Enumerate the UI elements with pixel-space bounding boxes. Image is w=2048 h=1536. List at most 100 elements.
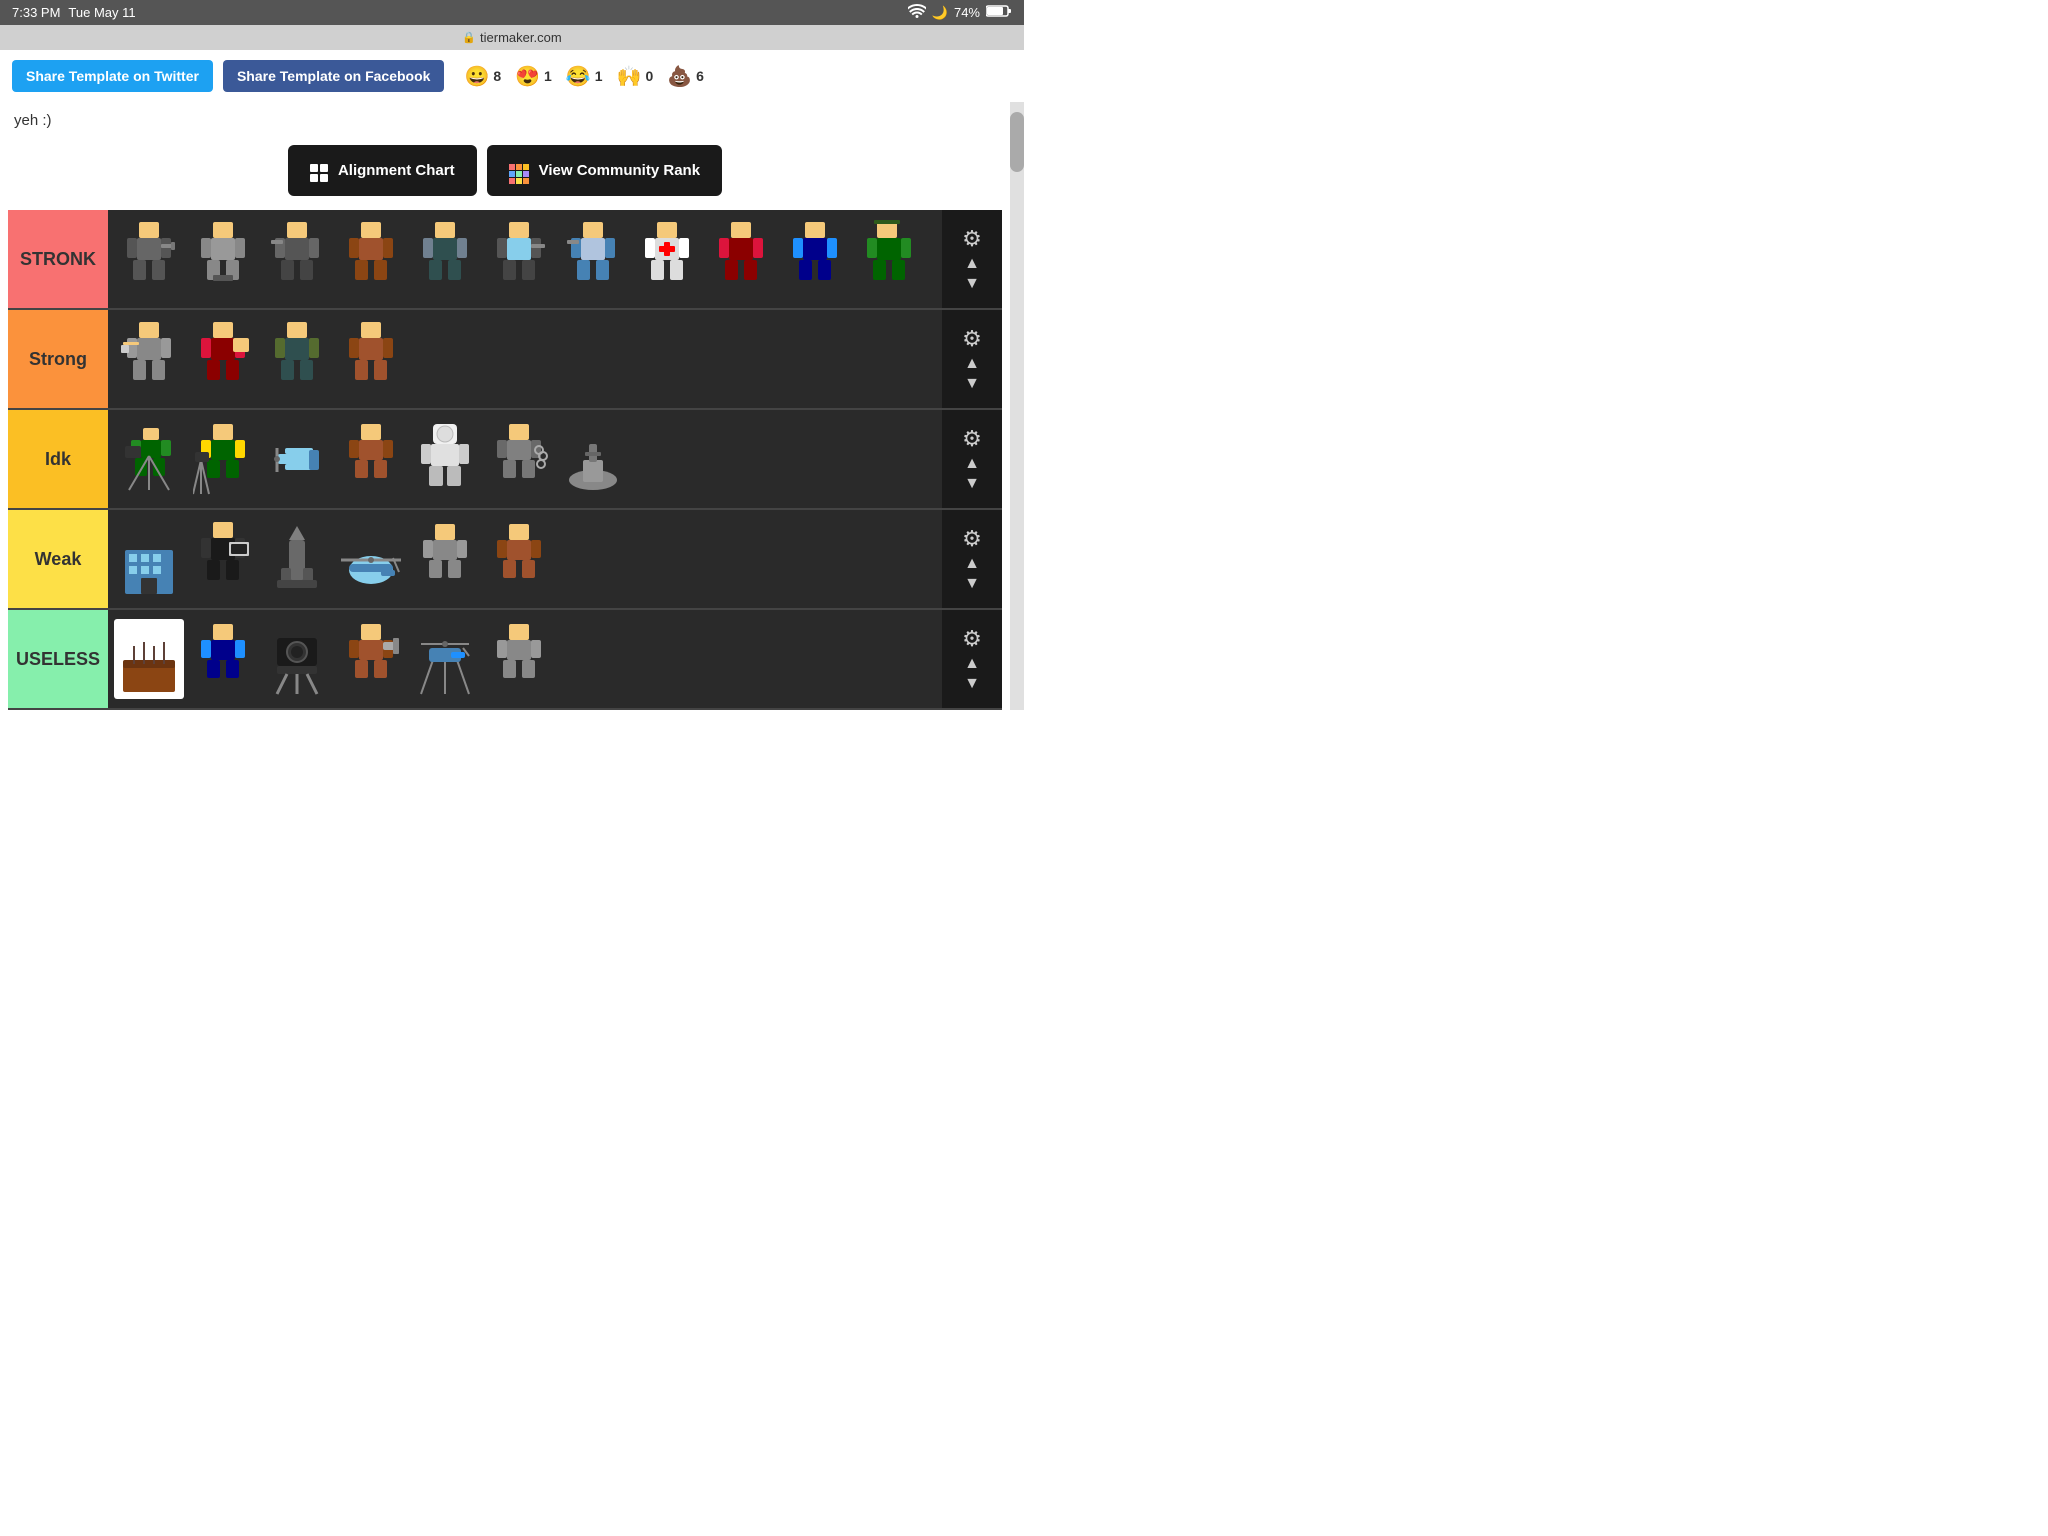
page-scrollbar[interactable]	[1010, 102, 1024, 710]
reaction-love: 😍 1	[515, 64, 552, 89]
praise-count: 0	[645, 68, 653, 84]
poop-emoji: 💩	[667, 64, 692, 89]
list-item	[114, 219, 184, 299]
tier-label-weak: Weak	[8, 510, 108, 608]
tier-label-idk: Idk	[8, 410, 108, 508]
up-arrow-strong[interactable]: ▲	[964, 356, 980, 372]
tier-items-useless	[108, 610, 942, 708]
community-rank-button[interactable]: View Community Rank	[487, 145, 722, 196]
twitter-share-button[interactable]: Share Template on Twitter	[12, 60, 213, 92]
list-item	[410, 519, 480, 599]
list-item	[114, 619, 184, 699]
tier-row-useless: USELESS	[8, 610, 1002, 710]
down-arrow-stronk[interactable]: ▼	[964, 276, 980, 292]
list-item	[484, 219, 554, 299]
tier-row-stronk: STRONK	[8, 210, 1002, 310]
reaction-laugh: 😂 1	[566, 64, 603, 89]
list-item	[336, 619, 406, 699]
header: Share Template on Twitter Share Template…	[0, 50, 1024, 102]
status-icons: 🌙 74%	[908, 4, 1012, 21]
tier-items-stronk	[108, 210, 942, 308]
alignment-chart-label: Alignment Chart	[338, 162, 455, 179]
reaction-poop: 💩 6	[667, 64, 704, 89]
community-rank-icon	[509, 157, 529, 184]
url-text: tiermaker.com	[480, 30, 562, 45]
tier-label-stronk: STRONK	[8, 210, 108, 308]
tier-row-idk: Idk	[8, 410, 1002, 510]
list-item	[114, 519, 184, 599]
tier-controls-idk: ⚙ ▲ ▼	[942, 410, 1002, 508]
tier-controls-stronk: ⚙ ▲ ▼	[942, 210, 1002, 308]
tier-controls-weak: ⚙ ▲ ▼	[942, 510, 1002, 608]
alignment-chart-button[interactable]: Alignment Chart	[288, 145, 477, 196]
up-arrow-weak[interactable]: ▲	[964, 556, 980, 572]
gear-button-strong[interactable]: ⚙	[962, 326, 982, 352]
list-item	[558, 219, 628, 299]
battery-icon	[986, 4, 1012, 21]
wifi-icon	[908, 4, 926, 21]
tier-controls-strong: ⚙ ▲ ▼	[942, 310, 1002, 408]
tier-items-idk	[108, 410, 942, 508]
tier-row-weak: Weak	[8, 510, 1002, 610]
scrollbar-thumb[interactable]	[1010, 112, 1024, 172]
tier-items-weak	[108, 510, 942, 608]
url-bar[interactable]: 🔒 tiermaker.com	[0, 25, 1024, 50]
tier-list: STRONK	[8, 210, 1002, 710]
action-buttons: Alignment Chart View	[8, 137, 1002, 210]
poop-count: 6	[696, 68, 704, 84]
status-time-date: 7:33 PM Tue May 11	[12, 5, 136, 20]
list-item	[114, 319, 184, 399]
reaction-happy: 😀 8	[464, 64, 501, 89]
love-count: 1	[544, 68, 552, 84]
status-bar: 7:33 PM Tue May 11 🌙 74%	[0, 0, 1024, 25]
list-item	[410, 419, 480, 499]
list-item	[336, 219, 406, 299]
battery-level: 74%	[954, 5, 980, 20]
tier-label-strong: Strong	[8, 310, 108, 408]
down-arrow-useless[interactable]: ▼	[964, 676, 980, 692]
list-item	[410, 219, 480, 299]
happy-count: 8	[493, 68, 501, 84]
list-item	[336, 319, 406, 399]
list-item	[262, 519, 332, 599]
happy-emoji: 😀	[464, 64, 489, 89]
laugh-count: 1	[595, 68, 603, 84]
tier-label-useless: USELESS	[8, 610, 108, 708]
facebook-share-button[interactable]: Share Template on Facebook	[223, 60, 444, 92]
community-rank-label: View Community Rank	[539, 162, 700, 179]
list-item	[188, 419, 258, 499]
tier-controls-useless: ⚙ ▲ ▼	[942, 610, 1002, 708]
down-arrow-weak[interactable]: ▼	[964, 576, 980, 592]
list-item	[484, 619, 554, 699]
up-arrow-useless[interactable]: ▲	[964, 656, 980, 672]
gear-button-idk[interactable]: ⚙	[962, 426, 982, 452]
status-date: Tue May 11	[68, 5, 135, 20]
reactions-container: 😀 8 😍 1 😂 1 🙌 0 💩 6	[464, 64, 704, 89]
list-item	[262, 619, 332, 699]
list-item	[188, 619, 258, 699]
list-item	[632, 219, 702, 299]
alignment-chart-icon	[310, 159, 328, 182]
up-arrow-stronk[interactable]: ▲	[964, 256, 980, 272]
lock-icon: 🔒	[462, 31, 476, 44]
reaction-praise: 🙌 0	[617, 64, 654, 89]
love-emoji: 😍	[515, 64, 540, 89]
tier-items-strong	[108, 310, 942, 408]
tier-row-strong: Strong	[8, 310, 1002, 410]
gear-button-useless[interactable]: ⚙	[962, 626, 982, 652]
subtitle: yeh :)	[8, 102, 1002, 137]
list-item	[262, 319, 332, 399]
list-item	[780, 219, 850, 299]
list-item	[558, 419, 628, 499]
list-item	[188, 319, 258, 399]
main-content: yeh :) Alignment Chart	[0, 102, 1024, 710]
down-arrow-idk[interactable]: ▼	[964, 476, 980, 492]
praise-emoji: 🙌	[617, 64, 642, 89]
down-arrow-strong[interactable]: ▼	[964, 376, 980, 392]
moon-icon: 🌙	[932, 5, 948, 21]
up-arrow-idk[interactable]: ▲	[964, 456, 980, 472]
list-item	[336, 519, 406, 599]
gear-button-weak[interactable]: ⚙	[962, 526, 982, 552]
gear-button-stronk[interactable]: ⚙	[962, 226, 982, 252]
list-item	[114, 419, 184, 499]
